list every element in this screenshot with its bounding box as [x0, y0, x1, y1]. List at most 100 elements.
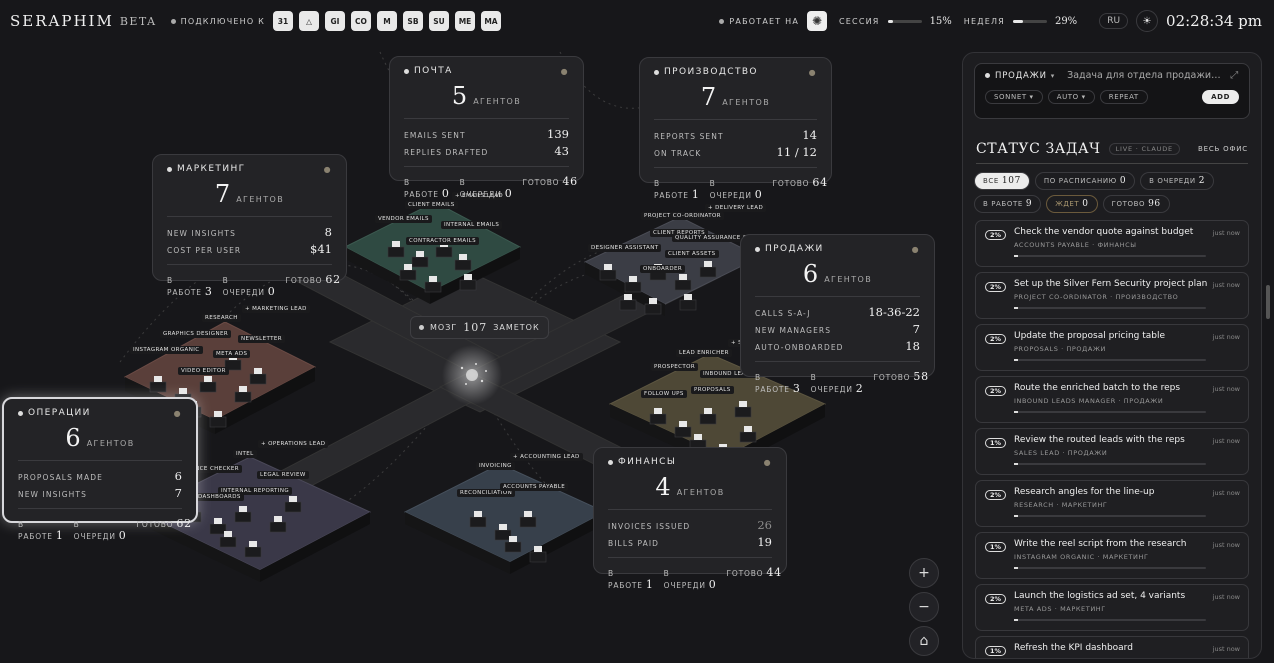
work-count: 3	[792, 382, 801, 395]
monitor	[416, 251, 424, 257]
filter-chip[interactable]: В РАБОТЕ 9	[974, 195, 1042, 213]
agent-count: 6	[65, 424, 81, 452]
integration-button[interactable]: SU	[428, 11, 449, 31]
task-title: Set up the Silver Fern Security project …	[1014, 279, 1208, 289]
brain-notes-button[interactable]: МОЗГ 107 ЗАМЕТОК	[410, 316, 549, 339]
department-card-sales[interactable]: ПРОДАЖИ ● 6 АГЕНТОВ CALLS S-A-J 18-36-22 NEW M…	[740, 234, 935, 395]
agent-label[interactable]: CLIENT EMAILS	[405, 201, 458, 209]
integration-button[interactable]: MA	[480, 11, 501, 31]
agent-label[interactable]: INTERNAL EMAILS	[441, 221, 503, 229]
zoom-out-button[interactable]: −	[909, 592, 939, 622]
task-item[interactable]: 1% Review the routed leads with the reps S…	[975, 428, 1249, 475]
task-item[interactable]: 2% Check the vendor quote against budget A…	[975, 220, 1249, 267]
department-card-marketing[interactable]: МАРКЕТИНГ ● 7 АГЕНТОВ NEW INSIGHTS 8 COST PER …	[152, 154, 347, 298]
chevron-down-icon[interactable]: ▾	[1051, 72, 1055, 80]
agent-label[interactable]: ONBOARDER	[640, 265, 686, 273]
office-map[interactable]: + EMAILS LEAD CLIENT EMAILS VENDOR EMAILS I…	[0, 42, 955, 663]
zoom-in-button[interactable]: +	[909, 558, 939, 588]
task-item[interactable]: 2% Launch the logistics ad set, 4 variant…	[975, 584, 1249, 631]
agent-label[interactable]: ACCOUNTS PAYABLE	[500, 483, 569, 491]
page-scrollbar[interactable]	[1266, 285, 1270, 319]
agent-label[interactable]: RESEARCH	[202, 314, 241, 322]
agent-label[interactable]: INSTAGRAM ORGANIC	[130, 346, 203, 354]
task-item[interactable]: 1% Write the reel script from the researc…	[975, 532, 1249, 579]
agent-label[interactable]: LEGAL REVIEW	[257, 471, 309, 479]
agent-label[interactable]: DASHBOARDS	[195, 493, 244, 501]
filter-chip[interactable]: ВСЕ 107	[974, 172, 1030, 190]
agent-label[interactable]: FOLLOW UPS	[641, 390, 687, 398]
department-card-operations[interactable]: ОПЕРАЦИИ ● 6 АГЕНТОВ PROPOSALS MADE 6 NEW INSI…	[2, 397, 198, 542]
department-card-finance[interactable]: ФИНАНСЫ ● 4 АГЕНТОВ INVOICES ISSUED 26 BILLS P…	[593, 447, 787, 591]
agent-count: 5	[451, 82, 468, 110]
stat-row: AUTO-ONBOARDED 18	[755, 339, 920, 353]
agent-label[interactable]: INVOICING	[476, 462, 515, 470]
add-task-button[interactable]: ADD	[1202, 90, 1239, 104]
task-percent: 1%	[985, 646, 1007, 656]
task-item[interactable]: 1% Refresh the KPI dashboard just now	[975, 636, 1249, 658]
agent-unit: АГЕНТОВ	[722, 98, 771, 107]
model-select[interactable]: SONNET ▾	[985, 90, 1043, 104]
desk	[619, 299, 637, 311]
department-card-production[interactable]: ПРОИЗВОДСТВО ● 7 АГЕНТОВ REPORTS SENT 14 ON TR…	[639, 57, 832, 201]
repeat-button[interactable]: REPEAT	[1099, 90, 1148, 104]
agent-label[interactable]: INTEL	[233, 450, 257, 458]
agent-label[interactable]: + DELIVERY LEAD	[705, 204, 767, 212]
agent-label[interactable]: VENDOR EMAILS	[375, 215, 432, 223]
agent-label[interactable]: PROSPECTOR	[651, 363, 699, 371]
stat-value: 18	[905, 339, 920, 353]
integration-button[interactable]: △	[298, 11, 319, 31]
stat-row: COST PER USER $41	[167, 242, 332, 256]
agent-label[interactable]: VIDEO EDITOR	[178, 367, 229, 375]
model-provider-icon[interactable]: ✺	[807, 11, 827, 31]
live-badge: LIVE · CLAUDE	[1108, 143, 1180, 155]
expand-icon[interactable]: ⤢	[1230, 70, 1239, 81]
composer-department-select[interactable]: ПРОДАЖИ	[995, 71, 1047, 81]
filter-chip[interactable]: ПО РАСПИСАНИЮ 0	[1034, 172, 1136, 190]
theme-toggle-icon[interactable]: ☀	[1136, 10, 1159, 32]
filter-chip[interactable]: ЖДЕТ 0	[1046, 195, 1098, 213]
task-title: Check the vendor quote against budget	[1014, 227, 1194, 237]
integration-button[interactable]: CO	[350, 11, 371, 31]
agent-label[interactable]: NEWSLETTER	[238, 335, 285, 343]
task-item[interactable]: 2% Set up the Silver Fern Security projec…	[975, 272, 1249, 319]
agent-label[interactable]: PROPOSALS	[691, 386, 734, 394]
task-title: Write the reel script from the research	[1014, 539, 1187, 549]
runs-on-label: РАБОТАЕТ НА	[719, 17, 799, 26]
agent-label[interactable]: + ACCOUNTING LEAD	[510, 453, 583, 461]
agent-label[interactable]: + OPERATIONS LEAD	[258, 440, 329, 448]
integration-button[interactable]: M	[376, 11, 397, 31]
agent-label[interactable]: LEAD ENRICHER	[676, 349, 732, 357]
agent-label[interactable]: CLIENT ASSETS	[665, 250, 719, 258]
task-progress	[1014, 255, 1206, 257]
week-progress	[1012, 19, 1047, 23]
agent-label[interactable]: CONTRACTOR EMAILS	[406, 237, 479, 245]
stat-row: REPORTS SENT 14	[654, 128, 817, 142]
desk	[624, 281, 642, 293]
home-view-button[interactable]: ⌂	[909, 626, 939, 656]
task-item[interactable]: 2% Research angles for the line-up RESEARC…	[975, 480, 1249, 527]
language-toggle[interactable]: RU	[1099, 13, 1129, 29]
monitor	[649, 298, 657, 304]
department-card-mail[interactable]: ПОЧТА ● 5 АГЕНТОВ EMAILS SENT 139 REPLIES DRAF…	[389, 56, 584, 200]
done-count: 46	[562, 175, 578, 188]
task-input[interactable]: Задача для отдела продажи…	[1067, 70, 1220, 81]
integration-button[interactable]: ME	[454, 11, 475, 31]
integration-button[interactable]: GI	[324, 11, 345, 31]
filter-chip[interactable]: ГОТОВО 96	[1102, 195, 1170, 213]
integration-button[interactable]: 31	[272, 11, 293, 31]
agent-label[interactable]: META ADS	[213, 350, 251, 358]
agent-label[interactable]: PROJECT CO-ORDINATOR	[641, 212, 724, 220]
task-item[interactable]: 2% Route the enriched batch to the reps IN…	[975, 376, 1249, 423]
filter-chip[interactable]: В ОЧЕРЕДИ 2	[1140, 172, 1215, 190]
desk	[739, 431, 757, 443]
queue-count: 0	[267, 285, 276, 298]
task-item[interactable]: 2% Update the proposal pricing table PROPO…	[975, 324, 1249, 371]
agent-label[interactable]: DESIGNER ASSISTANT	[588, 244, 662, 252]
agent-label[interactable]: GRAPHICS DESIGNER	[160, 330, 232, 338]
mode-select[interactable]: AUTO ▾	[1047, 90, 1095, 104]
desk	[234, 511, 252, 523]
integration-button[interactable]: SB	[402, 11, 423, 31]
whole-office-link[interactable]: ВЕСЬ ОФИС	[1198, 145, 1248, 153]
done-count: 62	[176, 517, 192, 530]
agent-label[interactable]: + MARKETING LEAD	[242, 305, 310, 313]
